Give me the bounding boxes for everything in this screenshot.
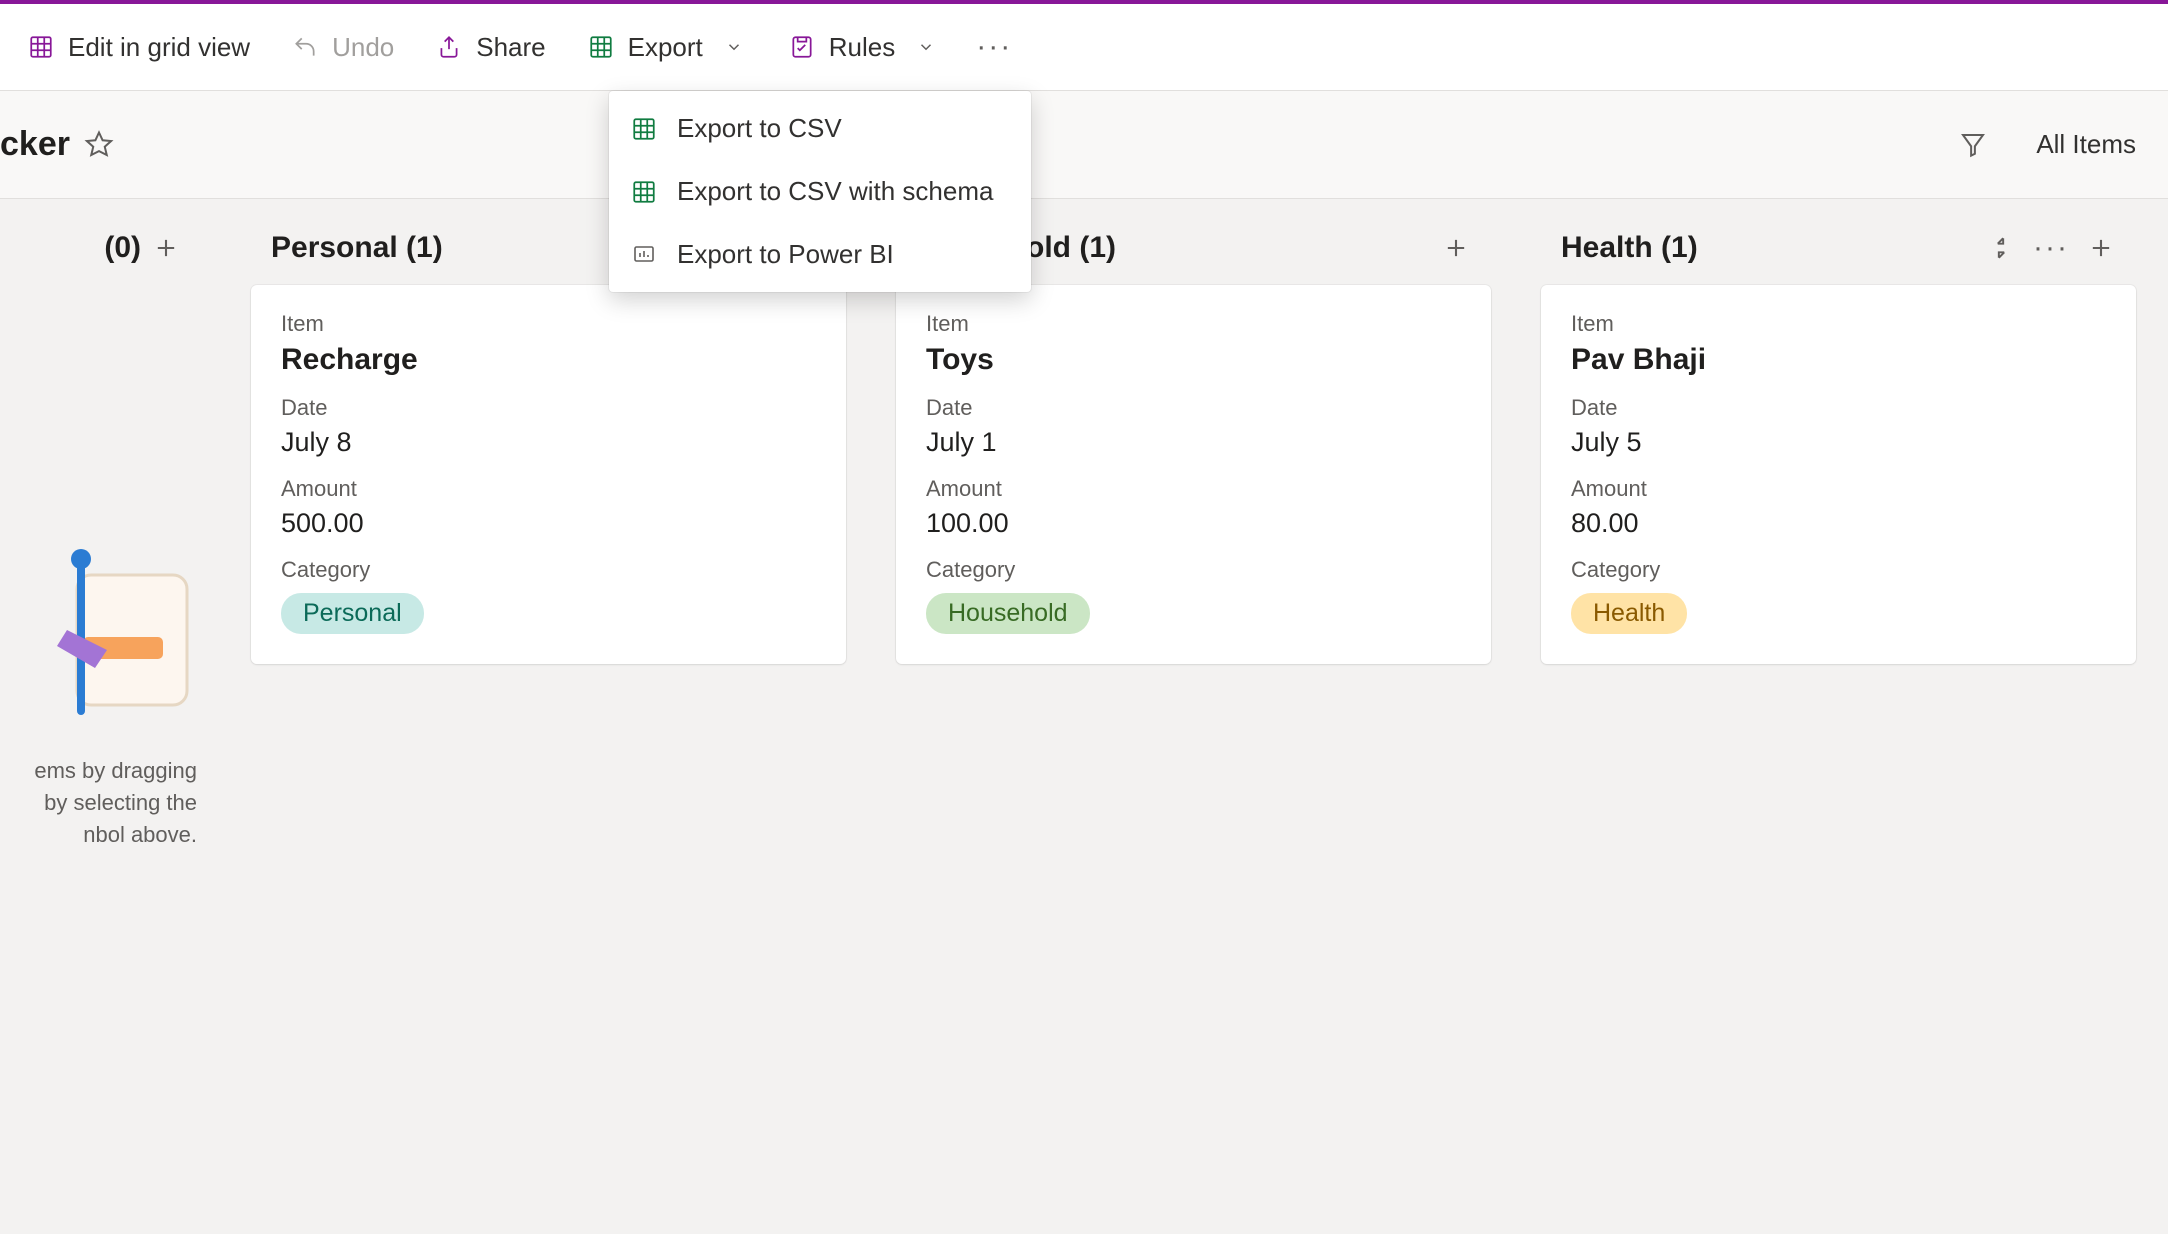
field-value-date: July 8 [281,427,816,458]
add-card-button[interactable] [151,233,181,263]
board-column: Health (1) ··· Item Pav Bhaji Date July … [1525,217,2152,1234]
command-bar: Edit in grid view Undo Share Export [0,4,2168,91]
field-label-date: Date [281,395,816,421]
column-title: Health (1) [1561,231,1976,265]
board-card[interactable]: Item Toys Date July 1 Amount 100.00 Cate… [896,285,1491,664]
board-column: (0) ems by dragging by selecting the nbo… [0,217,217,1234]
export-powerbi-label: Export to Power BI [677,239,894,270]
undo-button[interactable]: Undo [274,22,412,73]
field-label-category: Category [1571,557,2106,583]
add-card-button[interactable] [1441,233,1471,263]
export-csv-schema-item[interactable]: Export to CSV with schema [609,160,1031,223]
more-icon: ··· [981,34,1007,60]
field-label-item: Item [281,311,816,337]
share-label: Share [476,32,545,63]
view-selector[interactable]: All Items [2032,121,2140,168]
list-title: cker [0,125,70,164]
field-label-date: Date [926,395,1461,421]
excel-icon [631,179,657,205]
filter-icon[interactable] [1958,130,1988,160]
empty-column-placeholder: ems by dragging by selecting the nbol ab… [0,515,201,851]
more-commands-button[interactable]: ··· [963,24,1025,70]
undo-label: Undo [332,32,394,63]
export-csv-schema-label: Export to CSV with schema [677,176,993,207]
rules-icon [789,34,815,60]
add-card-button[interactable] [2086,233,2116,263]
excel-icon [631,116,657,142]
category-pill: Household [926,593,1090,634]
column-header: (0) [0,217,201,285]
chevron-down-icon [913,34,939,60]
share-button[interactable]: Share [418,22,563,73]
field-value-amount: 80.00 [1571,508,2106,539]
empty-text: ems by dragging by selecting the nbol ab… [34,755,197,851]
empty-illustration-icon [57,515,197,715]
undo-icon [292,34,318,60]
board: (0) ems by dragging by selecting the nbo… [0,199,2168,1234]
field-label-date: Date [1571,395,2106,421]
field-label-category: Category [281,557,816,583]
export-dropdown: Export to CSV Export to CSV with schema … [609,91,1031,292]
powerbi-icon [631,242,657,268]
field-value-amount: 100.00 [926,508,1461,539]
field-value-item: Recharge [281,343,816,377]
export-csv-label: Export to CSV [677,113,842,144]
category-pill: Health [1571,593,1687,634]
column-more-button[interactable]: ··· [2036,233,2066,263]
rules-label: Rules [829,32,895,63]
field-label-category: Category [926,557,1461,583]
column-title: (0) [0,231,141,265]
field-value-date: July 1 [926,427,1461,458]
field-label-amount: Amount [281,476,816,502]
field-label-amount: Amount [1571,476,2106,502]
board-card[interactable]: Item Pav Bhaji Date July 5 Amount 80.00 … [1541,285,2136,664]
edit-grid-button[interactable]: Edit in grid view [10,22,268,73]
export-label: Export [628,32,703,63]
column-header: Health (1) ··· [1541,217,2136,285]
field-label-item: Item [926,311,1461,337]
chevron-down-icon [721,34,747,60]
board-column: Household (1) Item Toys Date July 1 Amou… [880,217,1507,1234]
board-column: Personal (1) Item Recharge Date July 8 A… [235,217,862,1234]
field-value-item: Pav Bhaji [1571,343,2106,377]
collapse-column-button[interactable] [1986,233,2016,263]
export-powerbi-item[interactable]: Export to Power BI [609,223,1031,286]
rules-button[interactable]: Rules [771,22,957,73]
board-card[interactable]: Item Recharge Date July 8 Amount 500.00 … [251,285,846,664]
export-icon [588,34,614,60]
list-header: cker All Items [0,91,2168,199]
share-icon [436,34,462,60]
field-label-amount: Amount [926,476,1461,502]
export-csv-item[interactable]: Export to CSV [609,97,1031,160]
edit-grid-label: Edit in grid view [68,32,250,63]
export-button[interactable]: Export [570,22,765,73]
grid-icon [28,34,54,60]
category-pill: Personal [281,593,424,634]
field-value-item: Toys [926,343,1461,377]
field-label-item: Item [1571,311,2106,337]
favorite-star-icon[interactable] [84,130,114,160]
field-value-date: July 5 [1571,427,2106,458]
field-value-amount: 500.00 [281,508,816,539]
